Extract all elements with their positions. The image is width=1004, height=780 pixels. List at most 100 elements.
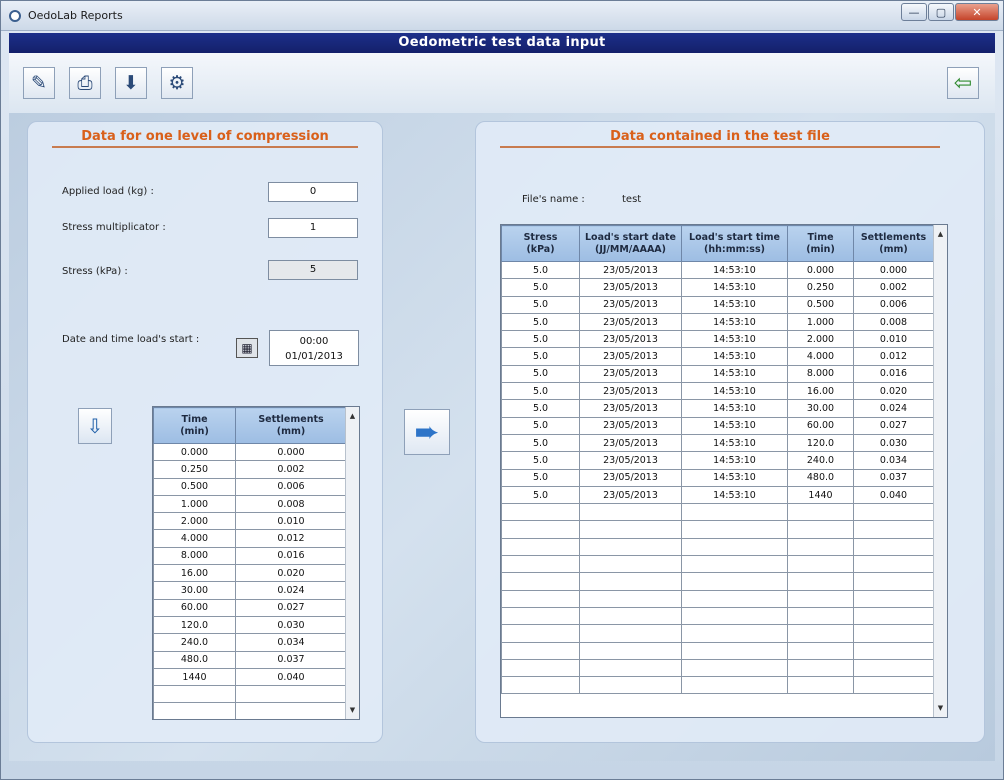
table-cell[interactable]: 23/05/2013 xyxy=(579,382,682,401)
table-cell[interactable]: 23/05/2013 xyxy=(579,312,682,332)
table-cell[interactable]: 23/05/2013 xyxy=(579,485,682,505)
table-cell[interactable] xyxy=(153,702,236,719)
table-cell[interactable]: 5.0 xyxy=(501,433,580,453)
table-cell[interactable] xyxy=(579,572,682,591)
table-cell[interactable]: 480.0 xyxy=(153,650,236,669)
table-cell[interactable]: 0.012 xyxy=(853,347,934,366)
table-cell[interactable]: 0.020 xyxy=(853,382,934,401)
table-cell[interactable]: 0.006 xyxy=(235,477,347,496)
table-cell[interactable]: 30.00 xyxy=(787,399,854,418)
table-cell[interactable]: 0.008 xyxy=(235,494,347,514)
table-row[interactable]: 5.0 23/05/2013 14:53:10 0.500 0.006 xyxy=(501,295,934,314)
table-row[interactable]: 120.0 0.030 xyxy=(153,615,347,635)
table-cell[interactable]: 0.016 xyxy=(235,546,347,566)
table-cell[interactable]: 0.040 xyxy=(853,485,934,505)
table-cell[interactable] xyxy=(853,520,934,539)
table-cell[interactable]: 23/05/2013 xyxy=(579,295,682,314)
table-cell[interactable]: 0.020 xyxy=(235,564,347,583)
table-row[interactable]: 2.000 0.010 xyxy=(153,512,347,531)
table-cell[interactable]: 2.000 xyxy=(153,512,236,531)
table-cell[interactable]: 14:53:10 xyxy=(681,485,788,505)
table-cell[interactable]: 240.0 xyxy=(153,633,236,652)
stress-multiplicator-field[interactable]: 1 xyxy=(268,218,358,238)
table-cell[interactable] xyxy=(787,537,854,557)
table-cell[interactable]: 5.0 xyxy=(501,485,580,505)
table-cell[interactable]: 0.002 xyxy=(853,278,934,297)
table-cell[interactable]: 23/05/2013 xyxy=(579,468,682,487)
table-cell[interactable]: 23/05/2013 xyxy=(579,451,682,470)
table-row[interactable] xyxy=(501,676,934,695)
table-cell[interactable] xyxy=(501,606,580,626)
table-cell[interactable] xyxy=(681,503,788,522)
table-cell[interactable] xyxy=(787,572,854,591)
scroll-down-icon[interactable]: ▼ xyxy=(346,703,359,717)
scroll-up-icon[interactable]: ▲ xyxy=(346,409,359,423)
table-row[interactable] xyxy=(501,520,934,539)
table-row[interactable]: 8.000 0.016 xyxy=(153,546,347,566)
table-row[interactable]: 5.0 23/05/2013 14:53:10 60.00 0.027 xyxy=(501,416,934,435)
table-row[interactable]: 1.000 0.008 xyxy=(153,494,347,514)
table-cell[interactable] xyxy=(153,685,236,704)
table-cell[interactable]: 0.027 xyxy=(235,598,347,617)
table-cell[interactable] xyxy=(853,589,934,608)
table-cell[interactable]: 2.000 xyxy=(787,330,854,349)
table-cell[interactable]: 0.000 xyxy=(853,260,934,280)
table-cell[interactable]: 0.027 xyxy=(853,416,934,435)
test-file-grid[interactable]: Stress (kPa) Load's start date (JJ/MM/AAAA)… xyxy=(500,224,948,718)
table-row[interactable]: 5.0 23/05/2013 14:53:10 4.000 0.012 xyxy=(501,347,934,366)
table-cell[interactable] xyxy=(235,702,347,719)
table-row[interactable] xyxy=(153,685,347,704)
table-row[interactable]: 240.0 0.034 xyxy=(153,633,347,652)
table-cell[interactable] xyxy=(681,624,788,643)
save-icon[interactable]: ⬇ xyxy=(115,67,147,99)
minimize-button[interactable]: — xyxy=(901,3,927,21)
table-cell[interactable] xyxy=(501,589,580,608)
table-cell[interactable]: 0.002 xyxy=(235,460,347,479)
table-cell[interactable]: 5.0 xyxy=(501,260,580,280)
table-cell[interactable]: 0.500 xyxy=(153,477,236,496)
table-cell[interactable] xyxy=(501,624,580,643)
table-row[interactable]: 5.0 23/05/2013 14:53:10 8.000 0.016 xyxy=(501,364,934,384)
table-cell[interactable]: 1440 xyxy=(787,485,854,505)
table-cell[interactable] xyxy=(787,520,854,539)
table-row[interactable]: 4.000 0.012 xyxy=(153,529,347,548)
table-row[interactable] xyxy=(501,641,934,660)
table-row[interactable] xyxy=(501,624,934,643)
table-cell[interactable] xyxy=(501,658,580,678)
table-cell[interactable]: 23/05/2013 xyxy=(579,347,682,366)
table-cell[interactable] xyxy=(787,676,854,695)
table-cell[interactable]: 1.000 xyxy=(153,494,236,514)
table-cell[interactable] xyxy=(787,606,854,626)
close-button[interactable]: ✕ xyxy=(955,3,999,21)
table-cell[interactable] xyxy=(579,537,682,557)
table-row[interactable]: 5.0 23/05/2013 14:53:10 480.0 0.037 xyxy=(501,468,934,487)
table-cell[interactable]: 14:53:10 xyxy=(681,468,788,487)
table-row[interactable]: 5.0 23/05/2013 14:53:10 16.00 0.020 xyxy=(501,382,934,401)
table-cell[interactable] xyxy=(501,676,580,695)
table-row[interactable] xyxy=(501,606,934,626)
table-cell[interactable]: 5.0 xyxy=(501,312,580,332)
table-cell[interactable] xyxy=(501,555,580,574)
table-cell[interactable]: 0.250 xyxy=(787,278,854,297)
table-cell[interactable]: 0.000 xyxy=(235,442,347,462)
table-cell[interactable]: 16.00 xyxy=(153,564,236,583)
table-cell[interactable]: 23/05/2013 xyxy=(579,399,682,418)
table-cell[interactable] xyxy=(579,676,682,695)
table-row[interactable]: 480.0 0.037 xyxy=(153,650,347,669)
table-cell[interactable]: 1.000 xyxy=(787,312,854,332)
table-row[interactable] xyxy=(501,572,934,591)
table-cell[interactable]: 5.0 xyxy=(501,468,580,487)
table-cell[interactable] xyxy=(787,641,854,660)
table-cell[interactable]: 30.00 xyxy=(153,581,236,600)
table-row[interactable]: 1440 0.040 xyxy=(153,667,347,687)
table-cell[interactable]: 23/05/2013 xyxy=(579,433,682,453)
table-cell[interactable]: 14:53:10 xyxy=(681,382,788,401)
table-row[interactable] xyxy=(501,658,934,678)
date-time-field[interactable]: 00:00 01/01/2013 xyxy=(269,330,359,366)
table-cell[interactable]: 23/05/2013 xyxy=(579,278,682,297)
table-cell[interactable]: 120.0 xyxy=(153,615,236,635)
table-cell[interactable]: 14:53:10 xyxy=(681,451,788,470)
table-cell[interactable] xyxy=(787,555,854,574)
table-cell[interactable]: 0.000 xyxy=(787,260,854,280)
table-cell[interactable] xyxy=(681,537,788,557)
